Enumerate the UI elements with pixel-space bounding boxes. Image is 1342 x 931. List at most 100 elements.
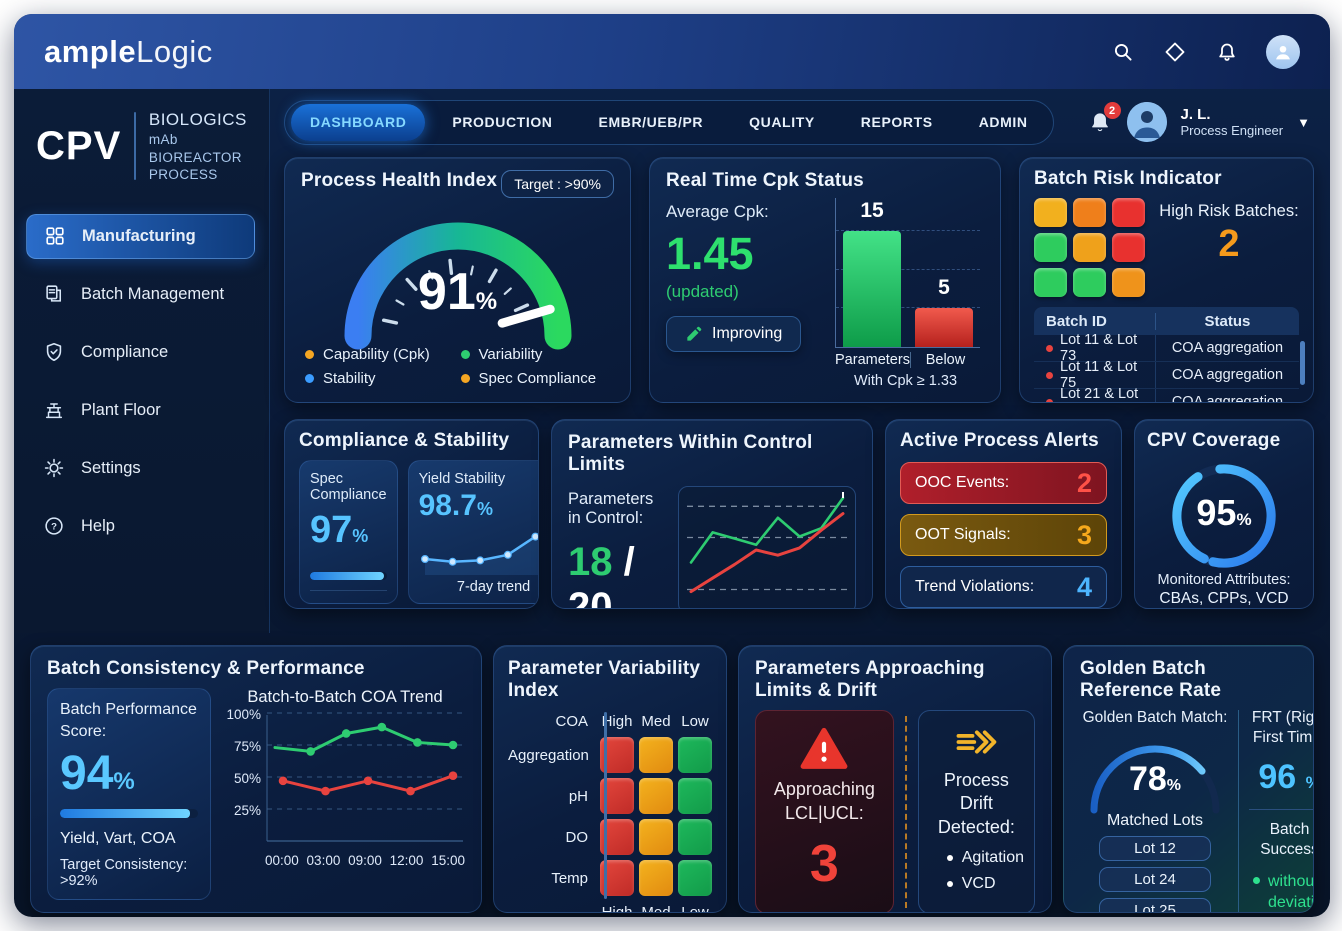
alert-oot-signals[interactable]: OOT Signals:3	[900, 514, 1107, 556]
coa-trend-chart	[265, 709, 465, 849]
brand-product-lines: BIOLOGICS mAb BIOREACTOR PROCESS	[149, 109, 251, 184]
product-line: mAb BIOREACTOR	[149, 131, 251, 166]
notifications-bell-icon[interactable]: 2	[1087, 109, 1113, 135]
bar-val: 5	[908, 276, 980, 300]
lot-pill[interactable]: Lot 25	[1099, 898, 1211, 913]
progress-track	[60, 809, 198, 818]
user-box: 2 J. L. Process Engineer ▼	[1087, 102, 1315, 142]
card-parameter-variability-index: Parameter Variability Index COA High Med…	[493, 645, 727, 913]
user-name: J. L.	[1181, 106, 1284, 123]
card-title: CPV Coverage	[1147, 430, 1301, 452]
spec-compliance-value: 97%	[310, 509, 387, 552]
notification-badge: 2	[1104, 102, 1121, 119]
tab-quality[interactable]: QUALITY	[730, 114, 834, 130]
cards-row-2: Compliance & Stability Spec Compliance 9…	[284, 419, 1314, 609]
drift-list: Agitation VCD	[929, 849, 1024, 893]
control-limits-chart	[683, 492, 851, 608]
risk-heatmap-grid	[1034, 198, 1145, 297]
sidebar-item-settings[interactable]: Settings	[26, 446, 255, 491]
table-row[interactable]: Lot 11 & Lot 75 COA aggregation	[1034, 362, 1299, 389]
sidebar-nav: Manufacturing Batch Management	[14, 200, 269, 549]
bullet-dot	[947, 881, 953, 887]
bar	[915, 308, 973, 347]
main-tabs: DASHBOARD PRODUCTION EMBR/UEB/PR QUALITY…	[284, 100, 1054, 145]
shield-icon	[42, 340, 66, 364]
progress-fill	[60, 809, 190, 818]
top-navigation: DASHBOARD PRODUCTION EMBR/UEB/PR QUALITY…	[284, 95, 1314, 149]
score-value: 94%	[60, 746, 198, 801]
card-process-health-index: Process Health Index Target : >90% 91% C…	[284, 157, 631, 403]
profile-avatar[interactable]	[1266, 35, 1300, 69]
bell-icon[interactable]	[1214, 39, 1240, 65]
coa-trend-chart-panel: Batch-to-Batch COA Trend 100% 75% 50% 25…	[225, 688, 465, 900]
batch-success-label: Batch Success	[1247, 820, 1314, 860]
heatmap-cell	[639, 860, 673, 896]
monitored-attributes-value: CBAs, CPPs, VCD	[1147, 590, 1301, 608]
svg-text:?: ?	[51, 522, 57, 533]
sidebar-item-compliance[interactable]: Compliance	[26, 330, 255, 375]
heatmap-cell	[639, 819, 673, 855]
bullet-dot	[1253, 877, 1260, 884]
chevron-down-icon[interactable]: ▼	[1297, 115, 1310, 130]
drift-item: VCD	[947, 875, 1024, 893]
bar	[843, 231, 901, 347]
tab-dashboard[interactable]: DASHBOARD	[291, 104, 425, 141]
user-avatar[interactable]	[1127, 102, 1167, 142]
spec-compliance-panel: Spec Compliance 97%	[299, 460, 398, 604]
card-compliance-stability: Compliance & Stability Spec Compliance 9…	[284, 419, 539, 609]
user-role: Process Engineer	[1181, 123, 1284, 138]
y-axis-labels: 100% 75% 50% 25%	[225, 709, 265, 849]
approaching-label: Approaching LCL|UCL:	[764, 777, 885, 826]
card-title: Process Health Index	[301, 170, 497, 192]
logo-primary: ample	[44, 34, 136, 69]
compass-icon[interactable]	[1162, 39, 1188, 65]
risk-tile	[1112, 268, 1145, 297]
process-drift-panel: Process Drift Detected: Agitation VCD	[918, 710, 1035, 913]
golden-batch-match-panel: Golden Batch Match: 78% Matched Lots Lot…	[1080, 708, 1238, 913]
tab-admin[interactable]: ADMIN	[960, 114, 1047, 130]
tab-embr-ueb-pr[interactable]: EMBR/UEB/PR	[580, 114, 723, 130]
alert-trend-violations[interactable]: Trend Violations:4	[900, 566, 1107, 608]
alert-ooc-events[interactable]: OOC Events:2	[900, 462, 1107, 504]
column-header: Status	[1156, 313, 1299, 330]
lot-pill[interactable]: Lot 24	[1099, 867, 1211, 892]
lot-pill[interactable]: Lot 12	[1099, 836, 1211, 861]
table-row[interactable]: Lot 11 & Lot 73 COA aggregation	[1034, 335, 1299, 362]
table-row[interactable]: Lot 21 & Lot 110 COA aggregation	[1034, 389, 1299, 403]
search-icon[interactable]	[1110, 39, 1136, 65]
sidebar-item-manufacturing[interactable]: Manufacturing	[26, 214, 255, 259]
app-header: ampleLogic	[14, 14, 1330, 89]
risk-tile	[1112, 233, 1145, 262]
heatmap-row: DO	[508, 819, 712, 855]
frt-panel: FRT (Right First Time) 96 % Batch Succes…	[1239, 708, 1314, 913]
heatmap-row: Temp	[508, 860, 712, 896]
tab-reports[interactable]: REPORTS	[842, 114, 952, 130]
improving-button[interactable]: Improving	[666, 316, 801, 352]
sidebar-item-label: Plant Floor	[81, 401, 161, 420]
card-title: Real Time Cpk Status	[666, 170, 984, 192]
product-line: PROCESS	[149, 166, 251, 184]
frt-value: 96 %	[1247, 758, 1314, 797]
batch-risk-table: Batch ID Status Lot 11 & Lot 73 COA aggr…	[1034, 307, 1299, 403]
sidebar-item-batch-management[interactable]: Batch Management	[26, 272, 255, 317]
card-parameters-approaching-limits: Parameters Approaching Limits & Drift Ap…	[738, 645, 1052, 913]
drift-item: Agitation	[947, 849, 1024, 867]
card-title: Parameters Within Control Limits	[568, 432, 856, 476]
sidebar-item-plant-floor[interactable]: Plant Floor	[26, 388, 255, 433]
risk-dot	[1046, 372, 1053, 379]
sidebar-item-help[interactable]: ? Help	[26, 504, 255, 549]
card-real-time-cpk-status: Real Time Cpk Status Average Cpk: 1.45 (…	[649, 157, 1001, 403]
bar-col: 15	[836, 198, 908, 347]
table-scrollbar[interactable]	[1300, 341, 1305, 385]
risk-tile	[1034, 198, 1067, 227]
tab-production[interactable]: PRODUCTION	[433, 114, 571, 130]
brand-cpv: CPV	[36, 124, 121, 169]
corner-label: COA	[508, 713, 600, 730]
bullet-dot	[947, 855, 953, 861]
risk-tile	[1034, 233, 1067, 262]
bar-col: 5	[908, 198, 980, 347]
table-header: Batch ID Status	[1034, 307, 1299, 335]
legend-item: Spec Compliance	[461, 370, 611, 387]
trend-label: 7-day trend	[419, 579, 539, 595]
main-content: DASHBOARD PRODUCTION EMBR/UEB/PR QUALITY…	[270, 89, 1330, 633]
